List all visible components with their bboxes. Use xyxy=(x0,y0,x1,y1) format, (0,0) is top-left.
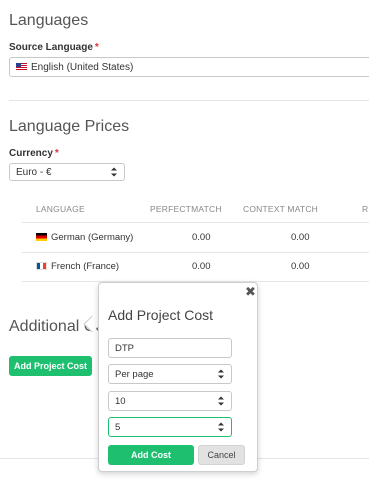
source-language-label: Source Language * xyxy=(9,42,99,53)
cancel-button[interactable]: Cancel xyxy=(198,445,245,465)
currency-label: Currency * xyxy=(9,148,59,159)
updown-arrows-icon[interactable] xyxy=(218,396,225,406)
table-cell-perfect[interactable]: 0.00 xyxy=(192,232,211,243)
updown-arrows-icon[interactable] xyxy=(218,422,225,432)
column-header-perfectmatch: PERFECTMATCH xyxy=(150,204,222,214)
column-header-re: RE xyxy=(362,204,369,214)
cost-price-stepper[interactable]: 5 xyxy=(108,417,232,437)
table-cell-context[interactable]: 0.00 xyxy=(291,261,310,272)
column-header-context-match: CONTEXT MATCH xyxy=(243,204,319,214)
language-prices-heading: Language Prices xyxy=(9,118,130,135)
close-icon[interactable]: ✖ xyxy=(245,284,256,300)
languages-heading: Languages xyxy=(9,12,89,29)
cost-quantity-stepper[interactable]: 10 xyxy=(108,391,232,411)
currency-select[interactable]: Euro - € xyxy=(9,163,125,181)
source-language-select[interactable]: English (United States) xyxy=(9,57,369,77)
cost-unit-select[interactable]: Per page xyxy=(108,364,232,384)
popover-title: Add Project Cost xyxy=(108,307,214,323)
flag-us-icon xyxy=(16,63,27,71)
add-project-cost-popover: ✖ Add Project Cost DTP Per page 10 5 Add… xyxy=(98,282,258,472)
table-row-divider xyxy=(22,252,369,253)
table-row-language: German (Germany) xyxy=(36,232,133,243)
table-cell-perfect[interactable]: 0.00 xyxy=(192,261,211,272)
table-cell-context[interactable]: 0.00 xyxy=(291,232,310,243)
updown-arrows-icon xyxy=(218,369,225,379)
section-divider xyxy=(9,100,369,101)
project-settings-page: Languages Source Language * English (Unit… xyxy=(0,0,369,480)
updown-arrows-icon xyxy=(111,167,118,177)
add-cost-button[interactable]: Add Cost xyxy=(108,445,194,465)
column-header-language: LANGUAGE xyxy=(36,204,85,214)
flag-de-icon xyxy=(36,233,47,242)
table-row-divider xyxy=(22,222,369,223)
add-project-cost-button[interactable]: Add Project Cost xyxy=(9,356,92,376)
table-row-language: French (France) xyxy=(36,261,119,272)
flag-fr-icon xyxy=(36,262,47,271)
cost-name-input[interactable]: DTP xyxy=(108,338,232,358)
